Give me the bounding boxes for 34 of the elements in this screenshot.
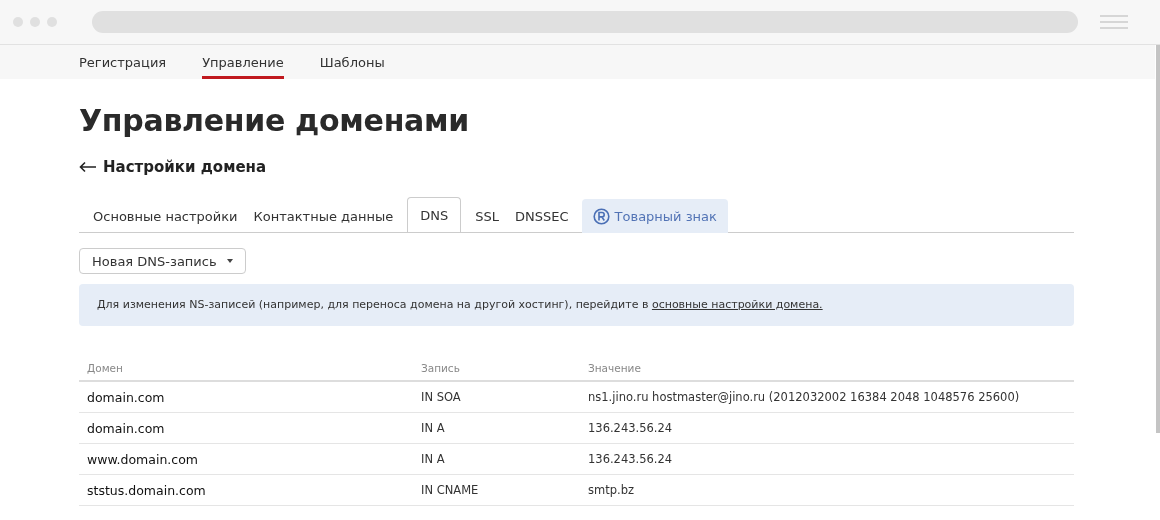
tab[interactable]: Основные настройки bbox=[79, 199, 246, 233]
table-cell: IN A bbox=[413, 412, 580, 444]
table-cell: 136.243.56.24 bbox=[580, 412, 1074, 444]
column-header: Домен bbox=[79, 358, 413, 381]
info-notice: Для изменения NS-записей (например, для переноса домена на другой хостинг), перейдите в основные настройки домена. bbox=[79, 284, 1074, 326]
settings-link[interactable]: основные настройки домена. bbox=[651, 298, 823, 311]
table-cell: ststus.domain.com bbox=[79, 474, 413, 506]
nav-tab[interactable]: Управление bbox=[202, 45, 284, 79]
table-cell: ns1.jino.ru hostmaster@jino.ru (2012032002 16384 2048 1048576 25600) bbox=[580, 381, 1074, 413]
table-cell: IN A bbox=[413, 443, 580, 475]
tab[interactable]: Контактные данные bbox=[245, 199, 402, 233]
back-arrow-icon bbox=[79, 161, 97, 173]
page-title: Управление доменами bbox=[79, 102, 470, 140]
table-cell: www.domain.com bbox=[79, 443, 413, 475]
table-cell: IN CNAME bbox=[413, 474, 580, 506]
scrollbar[interactable] bbox=[1156, 45, 1160, 433]
table-cell: domain.com bbox=[79, 412, 413, 444]
caret-icon bbox=[226, 259, 233, 263]
nav-tab[interactable]: Шаблоны bbox=[319, 45, 385, 79]
tab[interactable]: DNS bbox=[407, 197, 462, 232]
table-cell: 136.243.56.24 bbox=[580, 443, 1074, 475]
column-header: Запись bbox=[413, 358, 580, 381]
tab[interactable]: SSL bbox=[467, 199, 508, 233]
dropdown-button[interactable]: Новая DNS-запись bbox=[79, 248, 246, 274]
registered-icon bbox=[592, 208, 610, 225]
nav-tab[interactable]: Регистрация bbox=[79, 45, 167, 79]
table-cell: domain.com bbox=[79, 381, 413, 413]
table-cell: smtp.bz bbox=[580, 474, 1074, 506]
column-header: Значение bbox=[580, 358, 1074, 381]
tab[interactable]: DNSSEC bbox=[507, 199, 577, 233]
back-link[interactable]: Настройки домена bbox=[79, 155, 267, 179]
menu-icon[interactable] bbox=[1100, 15, 1128, 29]
trademark-tab[interactable]: Товарный знак bbox=[581, 199, 728, 233]
table-cell: IN SOA bbox=[413, 381, 580, 413]
